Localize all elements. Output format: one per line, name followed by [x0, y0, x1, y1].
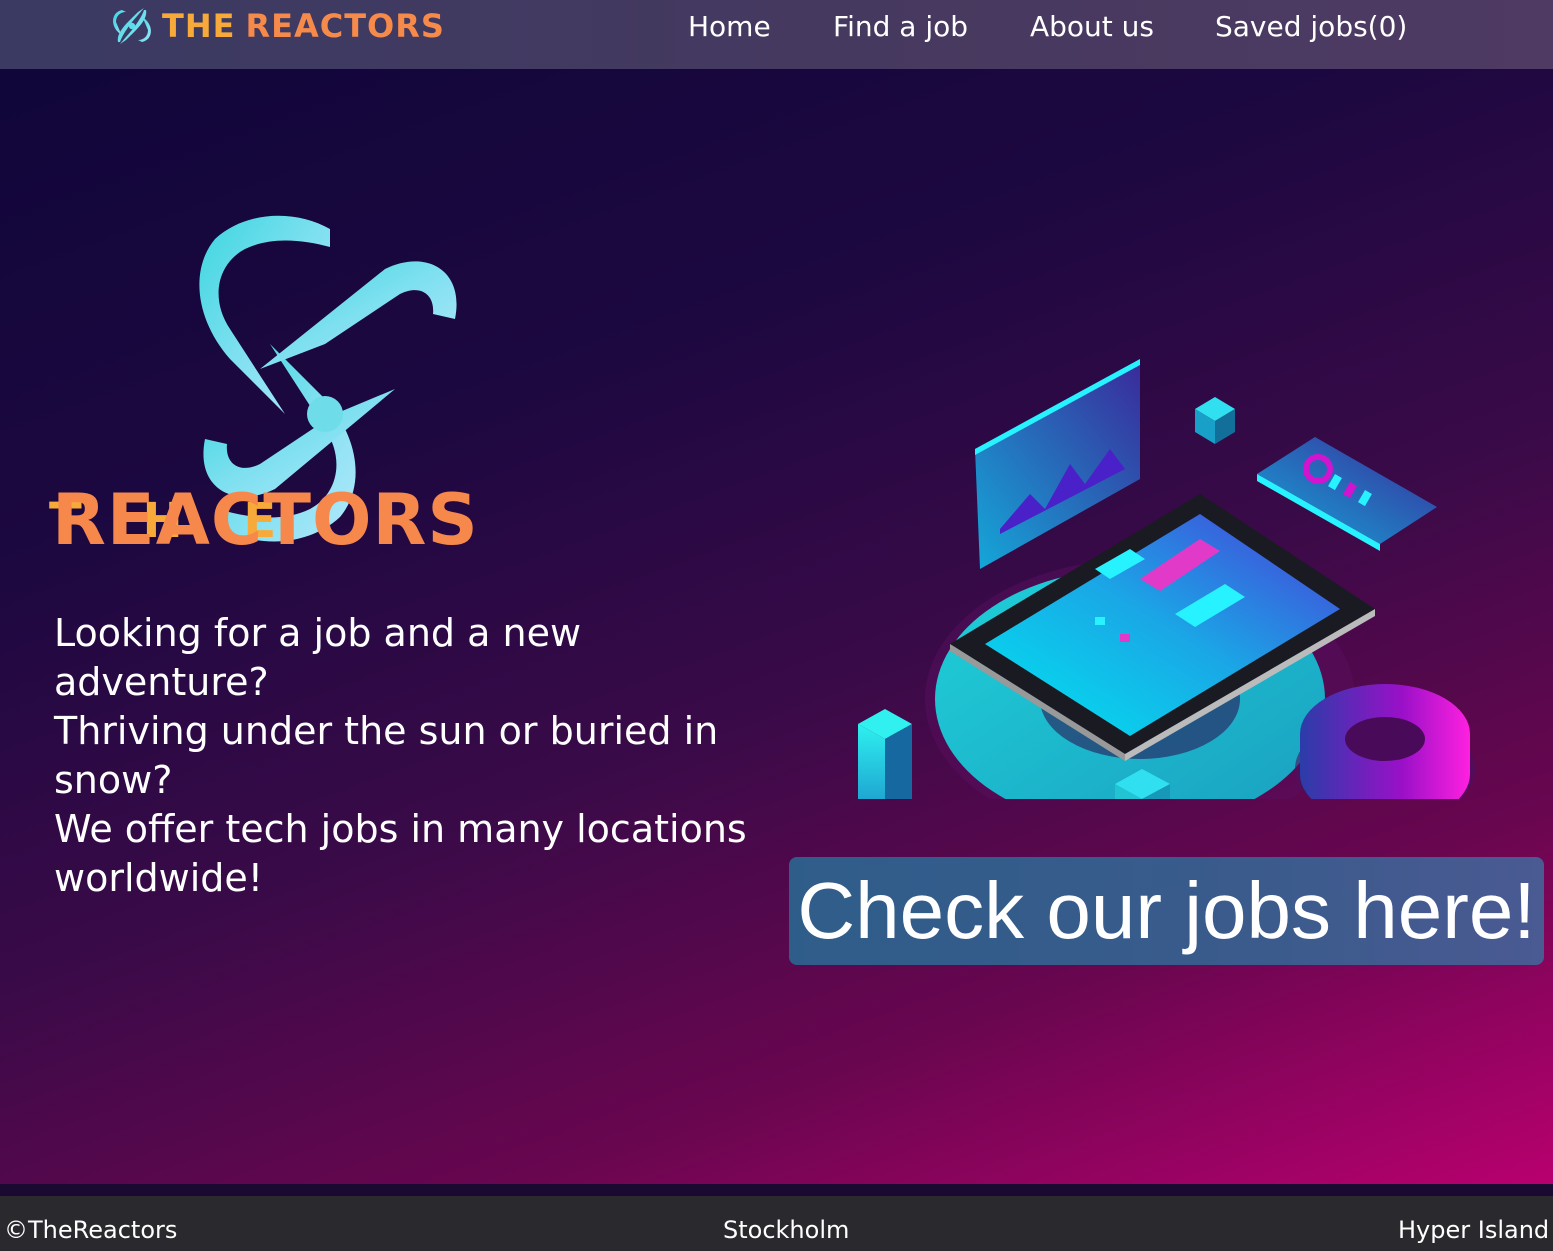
atom-orbit-icon	[113, 8, 151, 44]
nav-saved-jobs[interactable]: Saved jobs(0)	[1215, 10, 1407, 43]
check-jobs-button[interactable]: Check our jobs here!	[789, 857, 1544, 965]
brand-logo[interactable]: THE REACTORS	[108, 2, 445, 50]
logo-reactors: REACTORS	[52, 479, 479, 561]
footer-divider	[0, 1184, 1553, 1196]
brand-name: THE REACTORS	[162, 7, 445, 45]
footer-partner: Hyper Island	[1398, 1216, 1550, 1244]
nav-about-us[interactable]: About us	[1030, 10, 1154, 43]
tagline-line-3: We offer tech jobs in many locations wor…	[54, 807, 747, 900]
navbar: THE REACTORS Home Find a job About us Sav…	[0, 0, 1553, 69]
tagline-line-2: Thriving under the sun or buried in snow…	[54, 709, 719, 802]
tagline-line-1: Looking for a job and a new adventure?	[54, 611, 582, 704]
footer: ©TheReactors Stockholm Hyper Island	[0, 1196, 1553, 1251]
tagline: Looking for a job and a new adventure? T…	[54, 609, 774, 903]
nav-home[interactable]: Home	[688, 10, 771, 43]
hero-section: T H E REACTORS Looking for a job and a n…	[0, 69, 1553, 1184]
footer-city: Stockholm	[723, 1216, 850, 1244]
footer-copyright: ©TheReactors	[4, 1216, 178, 1244]
brand-reactors: REACTORS	[245, 7, 445, 45]
isometric-tablet-dashboard-illustration	[858, 359, 1475, 799]
nav-find-a-job[interactable]: Find a job	[833, 10, 968, 43]
brand-the: THE	[162, 7, 236, 45]
